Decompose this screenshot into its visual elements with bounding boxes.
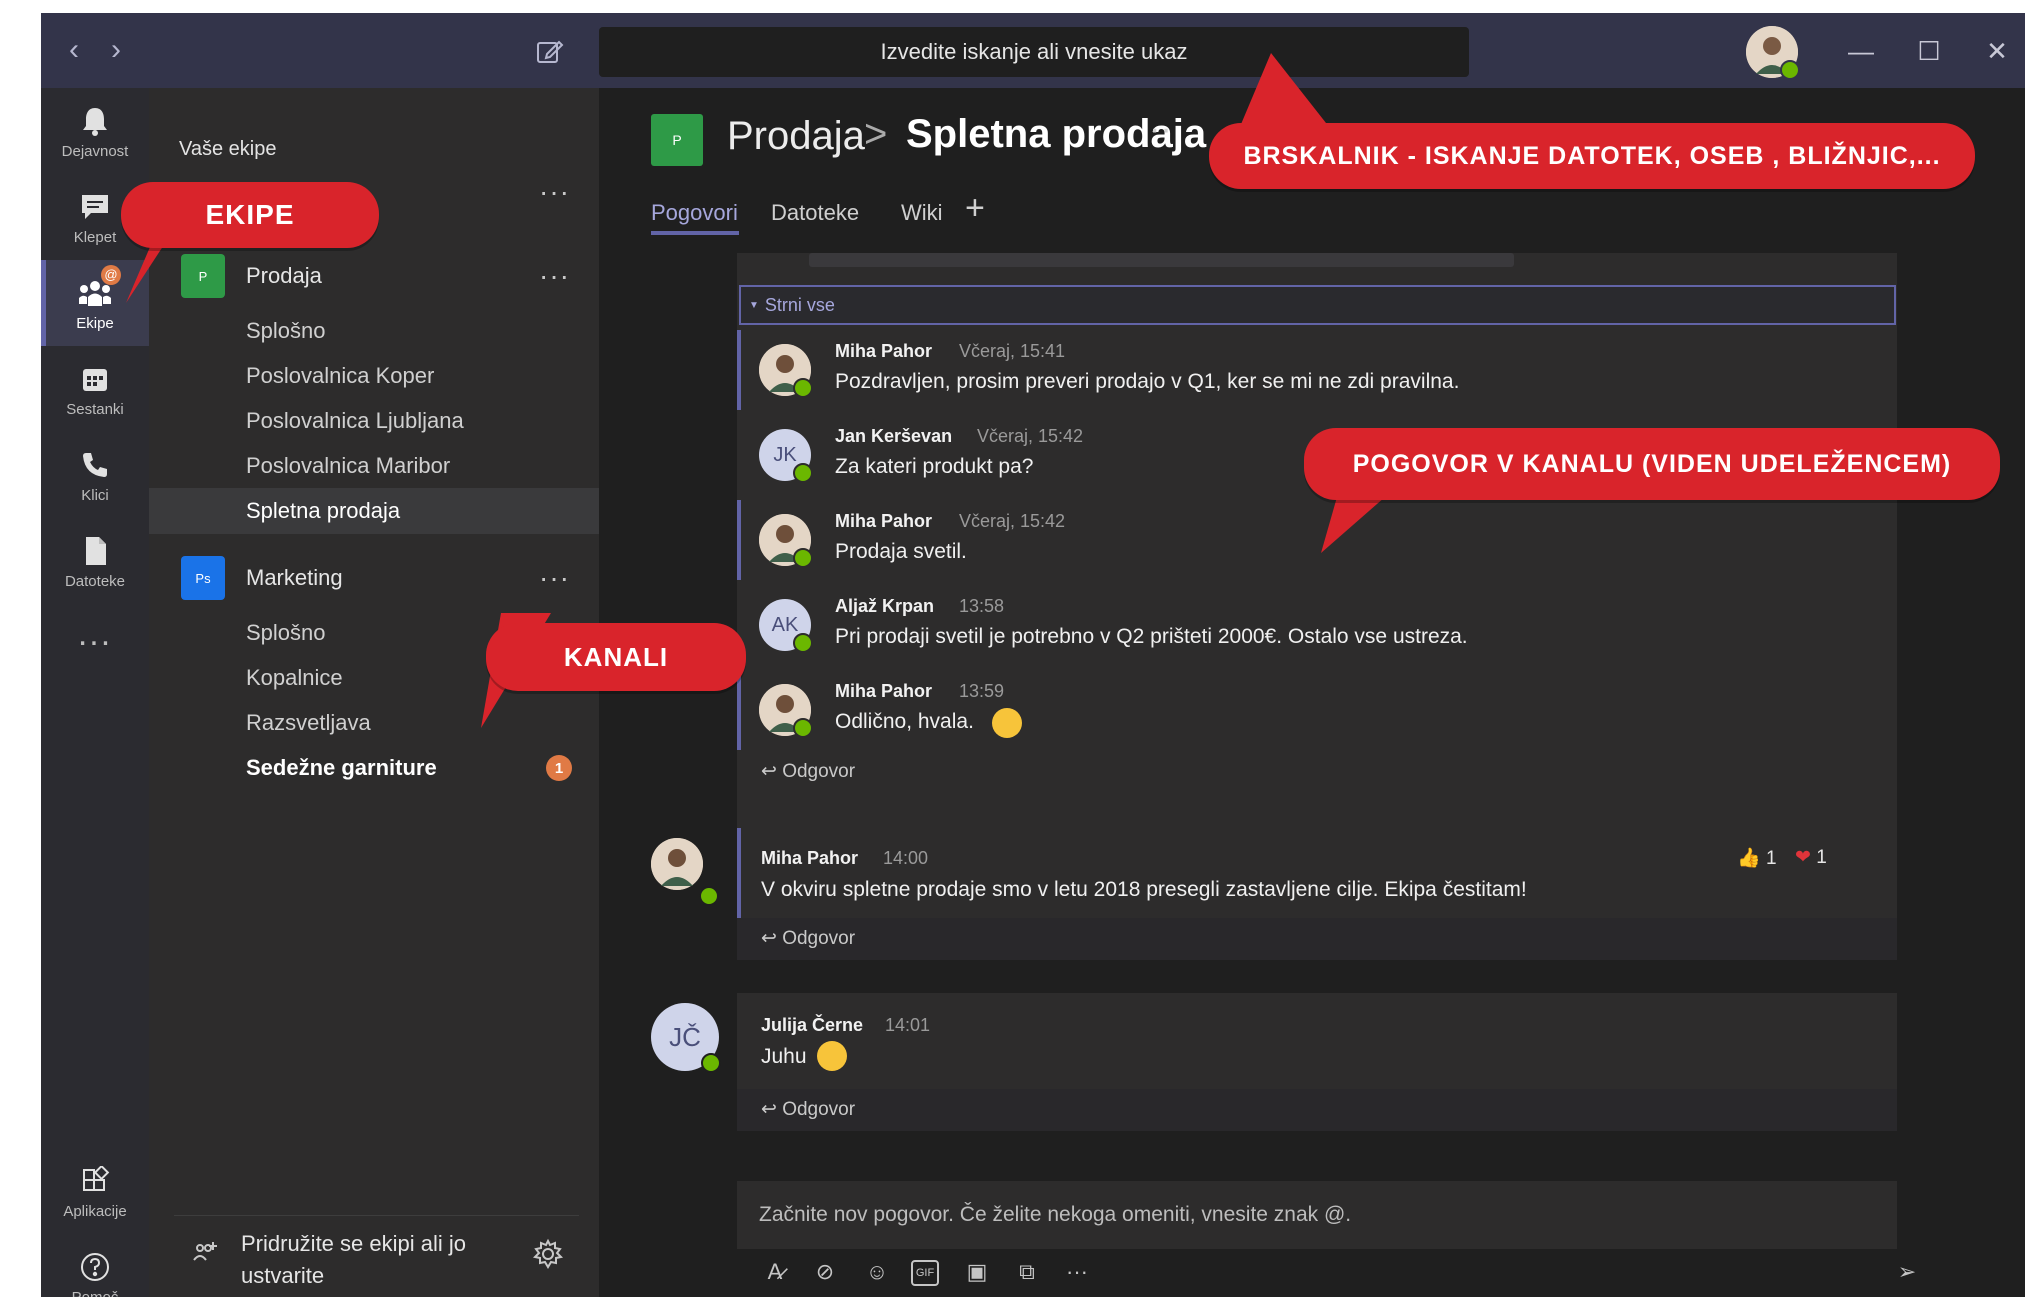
callout-teams: EKIPE bbox=[121, 182, 379, 248]
callout-channels: KANALI bbox=[486, 623, 746, 691]
teams-app-window: ‹ › Izvedite iskanje ali vnesite ukaz — … bbox=[41, 13, 2025, 1297]
callout-search: BRSKALNIK - ISKANJE DATOTEK, OSEB , BLIŽ… bbox=[1209, 123, 1975, 189]
callout-conversation: POGOVOR V KANALU (VIDEN UDELEŽENCEM) bbox=[1304, 428, 2000, 500]
